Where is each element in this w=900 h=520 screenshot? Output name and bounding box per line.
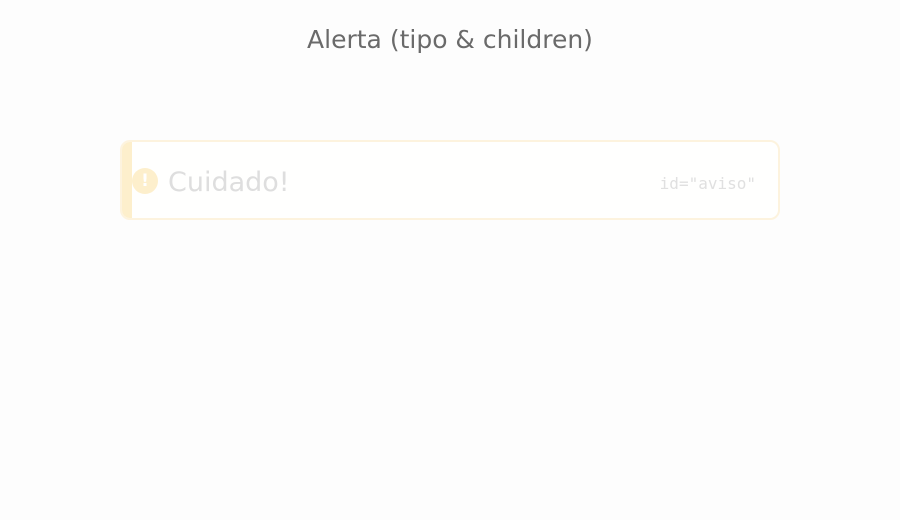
alert-accent-bar bbox=[122, 142, 132, 218]
exclamation-icon: ! bbox=[132, 168, 158, 194]
alert-message: Cuidado! bbox=[168, 167, 290, 198]
warning-alert: ! Cuidado! id="aviso" bbox=[120, 140, 780, 220]
page-title: Alerta (tipo & children) bbox=[307, 25, 593, 54]
alert-id-label: id="aviso" bbox=[659, 174, 756, 193]
